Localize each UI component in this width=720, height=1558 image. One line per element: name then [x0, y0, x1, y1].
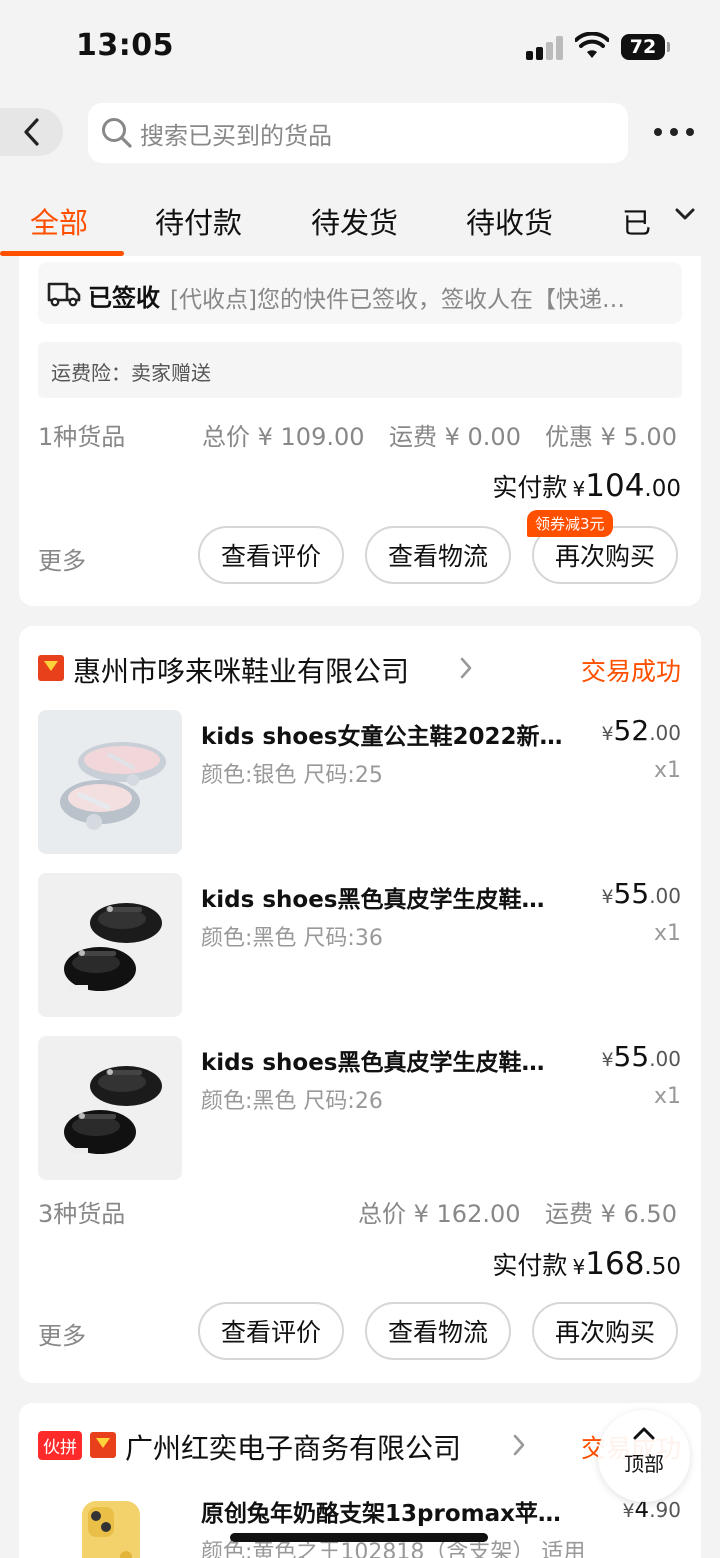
search-input[interactable]: 搜索已买到的货品 — [88, 103, 628, 163]
more-link[interactable]: 更多 — [38, 541, 86, 576]
order-tabs: 全部 待付款 待发货 待收货 已 — [0, 190, 720, 256]
price-yen: ¥ — [601, 723, 614, 745]
product-quantity: x1 — [653, 1084, 681, 1109]
shipping-fee: 运费 ¥ 0.00 — [389, 423, 521, 451]
price-decimal: .00 — [649, 721, 681, 745]
chevron-right-icon — [513, 1434, 525, 1456]
battery-indicator: 72 — [621, 34, 670, 60]
group-buy-badge: 伙拼 — [38, 1431, 82, 1460]
search-icon — [102, 118, 132, 148]
view-logistics-button[interactable]: 查看物流 — [365, 1302, 511, 1360]
product-price: ¥55.00 — [601, 877, 681, 910]
buy-again-button[interactable]: 再次购买 — [532, 1302, 678, 1360]
chevron-down-icon[interactable] — [672, 204, 698, 224]
paid-yen: ¥ — [572, 1255, 586, 1279]
chevron-left-icon — [23, 118, 39, 146]
item-count: 1种货品 — [38, 423, 126, 451]
status-time: 13:05 — [76, 28, 174, 63]
price-decimal: .90 — [649, 1498, 681, 1522]
product-price: ¥52.00 — [601, 714, 681, 747]
price-decimal: .00 — [649, 1047, 681, 1071]
product-quantity: x1 — [653, 921, 681, 946]
back-button[interactable] — [0, 108, 63, 156]
product-image[interactable] — [38, 1487, 182, 1558]
tab-pending-payment[interactable]: 待付款 — [155, 200, 242, 242]
shipping-fee: 运费 ¥ 6.50 — [545, 1200, 677, 1228]
view-review-button[interactable]: 查看评价 — [198, 526, 344, 584]
price-yen: ¥ — [601, 1049, 614, 1071]
tab-pending-shipment[interactable]: 待发货 — [311, 200, 398, 242]
truck-icon — [47, 282, 81, 307]
paid-integer: 104 — [585, 468, 645, 504]
tab-all[interactable]: 全部 — [30, 200, 88, 242]
insurance-text: 运费险：卖家赠送 — [51, 361, 211, 385]
price-integer: 52 — [613, 714, 650, 747]
paid-decimal: .00 — [644, 476, 681, 502]
status-bar: 13:05 72 — [0, 0, 720, 95]
paid-amount: 实付款 ¥104.00 — [492, 468, 681, 504]
item-count: 3种货品 — [38, 1200, 126, 1228]
logistics-status: 已签收 — [88, 284, 160, 312]
view-logistics-button[interactable]: 查看物流 — [365, 526, 511, 584]
wifi-icon — [575, 32, 609, 58]
product-image[interactable] — [38, 873, 182, 1017]
shop-icon — [38, 655, 64, 681]
shop-name[interactable]: 广州红奕电子商务有限公司 — [125, 1427, 461, 1467]
order-status: 交易成功 — [580, 657, 681, 686]
product-image[interactable] — [38, 1036, 182, 1180]
paid-label: 实付款 — [492, 1251, 568, 1280]
tab-pending-receipt[interactable]: 待收货 — [466, 200, 553, 242]
discount: 优惠 ¥ 5.00 — [545, 423, 677, 451]
tab-completed[interactable]: 已 — [622, 200, 651, 242]
home-indicator — [230, 1533, 488, 1542]
product-image[interactable] — [38, 710, 182, 854]
shop-icon — [90, 1432, 116, 1458]
price-integer: 55 — [613, 877, 650, 910]
total-price: 总价 ¥ 162.00 — [358, 1200, 521, 1228]
logistics-detail: [代收点]您的快件已签收，签收人在【快递… — [170, 287, 625, 313]
price-yen: ¥ — [622, 1500, 635, 1522]
cellular-signal-icon — [526, 36, 564, 60]
logistics-box[interactable]: 已签收 [代收点]您的快件已签收，签收人在【快递… — [38, 262, 682, 324]
paid-yen: ¥ — [572, 477, 586, 501]
product-name[interactable]: kids shoes黑色真皮学生皮鞋… — [201, 1043, 591, 1077]
order-card: 惠州市哆来咪鞋业有限公司 交易成功 kids shoes女童公主鞋2022新… … — [19, 626, 701, 1383]
chevron-up-icon — [633, 1427, 655, 1440]
product-quantity: x1 — [653, 758, 681, 783]
order-card: 已签收 [代收点]您的快件已签收，签收人在【快递… 运费险：卖家赠送 1种货品 … — [19, 256, 701, 606]
more-options-icon[interactable] — [654, 120, 694, 144]
product-name[interactable]: kids shoes黑色真皮学生皮鞋… — [201, 880, 591, 914]
product-price: ¥55.00 — [601, 1040, 681, 1073]
more-link[interactable]: 更多 — [38, 1316, 86, 1351]
product-spec: 颜色:黑色 尺码:36 — [201, 926, 383, 951]
product-name[interactable]: kids shoes女童公主鞋2022新… — [201, 717, 591, 751]
coupon-badge: 领券减3元 — [527, 510, 613, 537]
shop-name[interactable]: 惠州市哆来咪鞋业有限公司 — [73, 650, 409, 690]
paid-label: 实付款 — [492, 473, 568, 502]
search-placeholder: 搜索已买到的货品 — [140, 121, 332, 150]
price-yen: ¥ — [601, 886, 614, 908]
total-price: 总价 ¥ 109.00 — [202, 423, 365, 451]
back-to-top-button[interactable]: 顶部 — [598, 1410, 690, 1502]
price-decimal: .00 — [649, 884, 681, 908]
paid-integer: 168 — [585, 1246, 645, 1282]
back-to-top-label: 顶部 — [624, 1452, 664, 1476]
view-review-button[interactable]: 查看评价 — [198, 1302, 344, 1360]
price-integer: 55 — [613, 1040, 650, 1073]
product-spec: 颜色:银色 尺码:25 — [201, 763, 383, 788]
chevron-right-icon — [460, 657, 472, 679]
paid-amount: 实付款 ¥168.50 — [492, 1246, 681, 1282]
insurance-box: 运费险：卖家赠送 — [38, 342, 682, 398]
product-name[interactable]: 原创兔年奶酪支架13promax苹… — [201, 1494, 601, 1528]
product-spec: 颜色:黑色 尺码:26 — [201, 1089, 383, 1114]
paid-decimal: .50 — [644, 1254, 681, 1280]
